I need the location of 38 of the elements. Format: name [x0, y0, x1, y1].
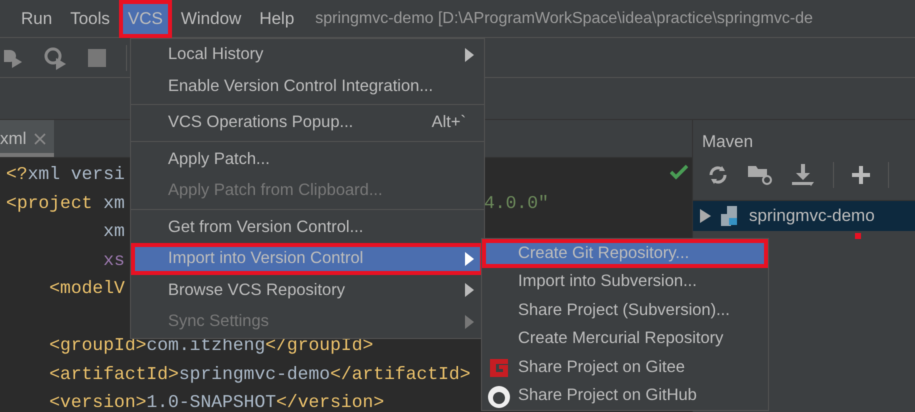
- window-title: springmvc-demo [D:\AProgramWorkSpace\idea\practice\springmvc-de: [315, 10, 813, 28]
- tree-item[interactable]: springmvc-demo: [693, 201, 915, 231]
- code-text: xm: [102, 221, 125, 244]
- menu-item[interactable]: Share Project on GitHub: [482, 382, 768, 410]
- menu-item[interactable]: Create Mercurial Repository: [482, 324, 768, 353]
- menu-item[interactable]: Window: [172, 0, 250, 38]
- menu-item[interactable]: Get from Version Control...: [131, 212, 484, 243]
- menu-item[interactable]: Tools: [61, 0, 119, 38]
- menu-item[interactable]: Import into Subversion...: [482, 268, 768, 296]
- download-icon[interactable]: [791, 163, 815, 187]
- shortcut-text: Alt+`: [432, 113, 466, 132]
- plus-icon[interactable]: [852, 166, 870, 184]
- menu-item[interactable]: Enable Version Control Integration...: [131, 70, 484, 102]
- menu-item[interactable]: Share Project (Subversion)...: [482, 296, 768, 324]
- code-text: xs: [102, 250, 125, 272]
- g-logo-icon: [487, 356, 511, 380]
- code-text: <?xml versi: [6, 164, 125, 187]
- folder-refresh-icon[interactable]: [747, 164, 773, 186]
- code-text: <artifactId>springmvc-demo</artifactId>: [48, 364, 471, 386]
- code-text: <modelV: [48, 278, 125, 301]
- module-icon: [721, 206, 739, 226]
- panel-title: Maven: [701, 131, 754, 150]
- expand-arrow-icon[interactable]: [699, 209, 711, 223]
- stop-icon[interactable]: [88, 48, 106, 66]
- code-text: <version>1.0-SNAPSHOT</version>: [48, 392, 384, 412]
- editor-tab[interactable]: xml: [0, 120, 54, 157]
- menu-item[interactable]: Share Project on Gitee: [482, 353, 768, 382]
- check-icon: [670, 164, 688, 180]
- refresh-icon[interactable]: [707, 164, 729, 186]
- menu-item[interactable]: Browse VCS Repository: [131, 274, 484, 306]
- debug-icon[interactable]: [44, 46, 68, 70]
- code-text: 4.0.0": [484, 194, 549, 214]
- menu-item[interactable]: Apply Patch...: [131, 144, 484, 175]
- code-text: <project xm: [6, 192, 125, 216]
- menu-item[interactable]: Run: [12, 0, 62, 38]
- menu-item[interactable]: Help: [250, 0, 304, 38]
- marker-icon: [855, 233, 861, 239]
- menu-item[interactable]: VCS Operations Popup... Alt+`: [131, 107, 484, 138]
